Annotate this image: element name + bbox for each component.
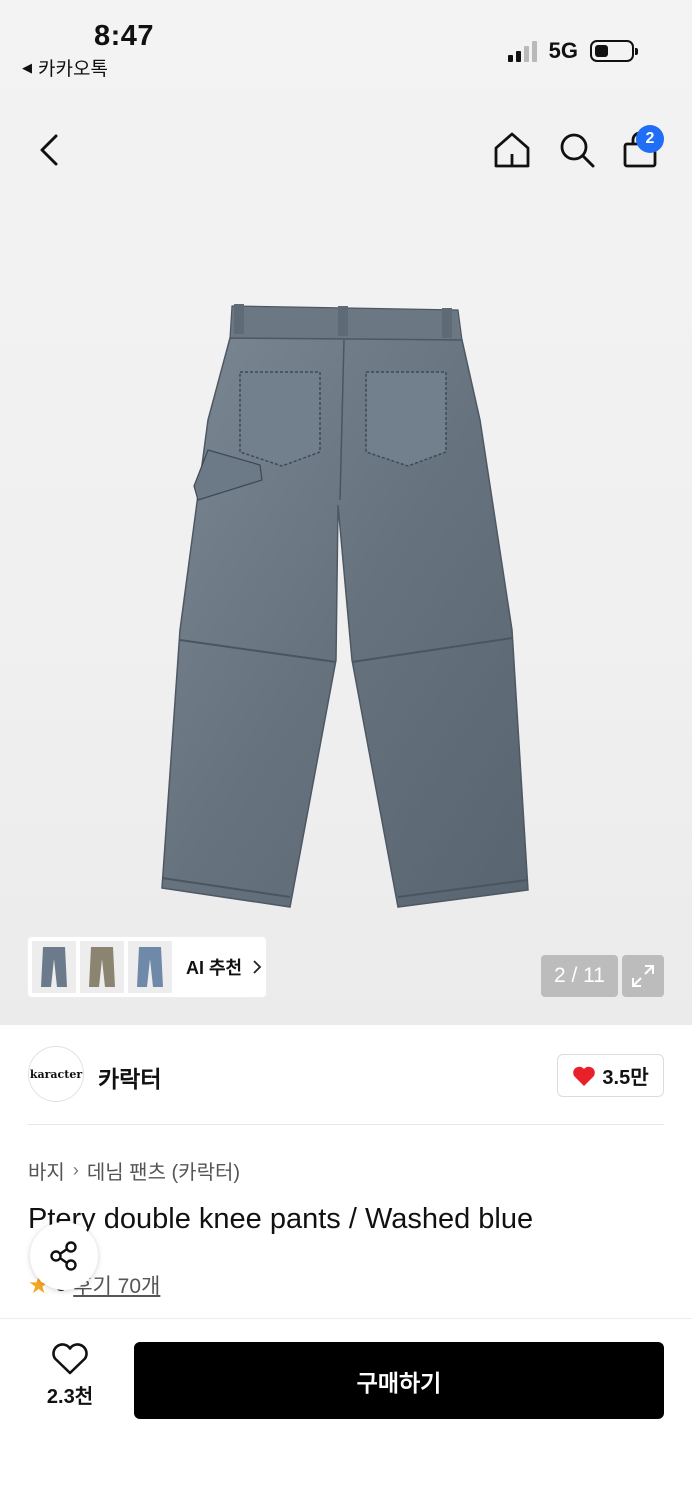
chevron-right-icon: › bbox=[72, 1160, 79, 1180]
expand-icon[interactable] bbox=[622, 955, 664, 997]
brand-name[interactable]: 카락터 bbox=[98, 1060, 161, 1094]
cart-count-badge: 2 bbox=[636, 125, 664, 153]
heart-icon bbox=[573, 1066, 596, 1086]
ai-recommend-chip[interactable]: AI 추천 bbox=[28, 937, 266, 997]
product-image[interactable] bbox=[150, 300, 540, 915]
ai-thumb-3 bbox=[128, 941, 172, 993]
ai-thumb-2 bbox=[80, 941, 124, 993]
bottom-divider bbox=[0, 1318, 692, 1319]
heart-outline-icon bbox=[52, 1343, 88, 1375]
brand-like-button[interactable]: 3.5만 bbox=[557, 1054, 664, 1097]
status-back-label: 카카오톡 bbox=[38, 59, 108, 80]
brand-like-count: 3.5만 bbox=[602, 1067, 649, 1089]
divider bbox=[28, 1124, 664, 1125]
breadcrumb-category[interactable]: 바지 bbox=[28, 1156, 65, 1185]
back-arrow-icon[interactable] bbox=[32, 128, 72, 172]
status-back-to-app[interactable]: ◀ 카카오톡 bbox=[22, 54, 108, 81]
buy-button[interactable]: 구매하기 bbox=[134, 1342, 664, 1419]
home-icon[interactable] bbox=[490, 128, 534, 172]
ai-thumb-1 bbox=[32, 941, 76, 993]
image-page-counter: 2 / 11 bbox=[541, 955, 618, 997]
battery-icon bbox=[590, 40, 638, 62]
status-indicators: 5G bbox=[507, 38, 638, 64]
network-label: 5G bbox=[548, 38, 578, 63]
chevron-right-icon bbox=[253, 960, 262, 974]
breadcrumb-subcategory[interactable]: 데님 팬츠 (카락터) bbox=[87, 1156, 240, 1185]
breadcrumb: 바지 › 데님 팬츠 (카락터) bbox=[28, 1156, 240, 1185]
share-icon[interactable] bbox=[30, 1222, 98, 1290]
signal-icon bbox=[507, 40, 537, 62]
product-title: Ptery double knee pants / Washed blue bbox=[28, 1203, 534, 1235]
wishlist-button[interactable]: 2.3천 bbox=[28, 1342, 112, 1418]
back-triangle-icon: ◀ bbox=[22, 59, 32, 75]
ai-recommend-label: AI 추천 bbox=[186, 958, 243, 978]
wishlist-count: 2.3천 bbox=[46, 1386, 94, 1408]
status-time: 8:47 bbox=[94, 20, 155, 52]
search-icon[interactable] bbox=[555, 128, 599, 172]
brand-logo[interactable]: karacter bbox=[28, 1046, 84, 1102]
